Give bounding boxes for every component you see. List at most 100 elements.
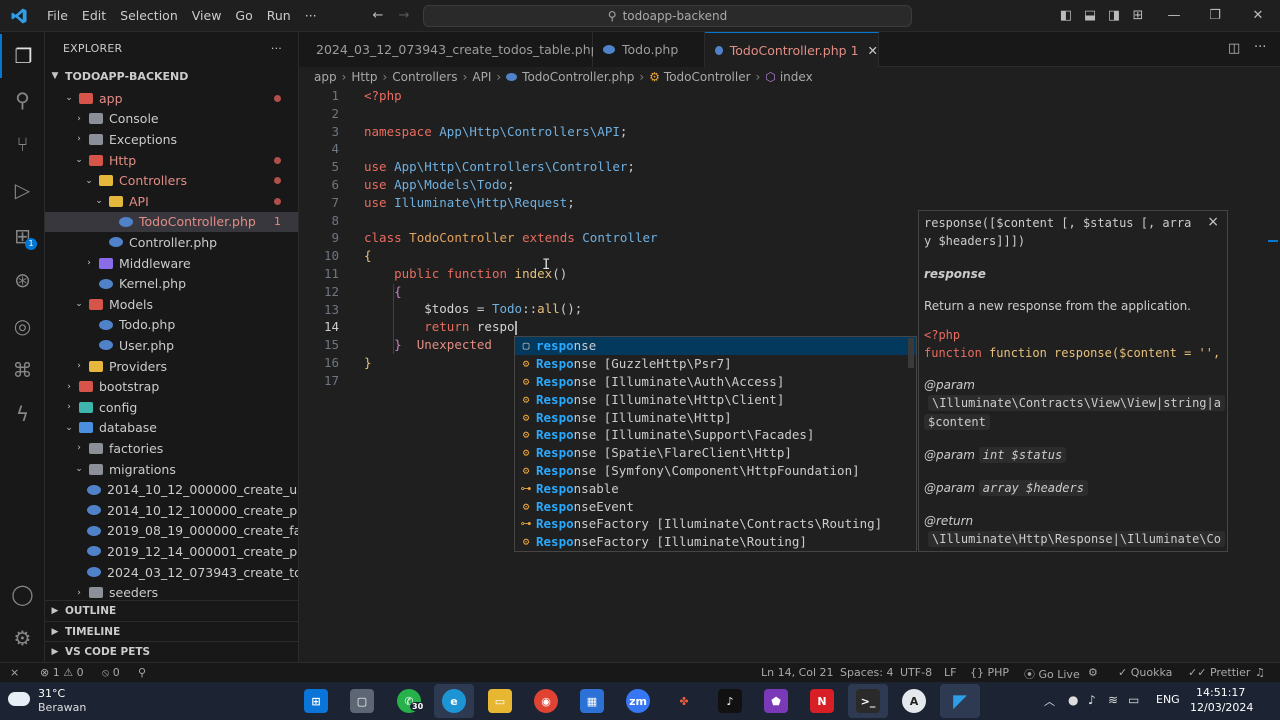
suggestion-item[interactable]: ⊶ Respo nseFactory [Illuminate\Contracts\R… bbox=[515, 515, 916, 533]
sync-icon[interactable]: ⚲ bbox=[138, 666, 146, 679]
back-arrow-icon[interactable]: ← bbox=[370, 8, 386, 24]
toggle-secondary-sidebar-icon[interactable]: ◨ bbox=[1106, 8, 1122, 24]
tree-item[interactable]: 2024_03_12_073943_create_todo... bbox=[45, 562, 298, 583]
tree-item[interactable]: 2019_08_19_000000_create_faile... bbox=[45, 521, 298, 542]
tab-todo-model[interactable]: Todo.php bbox=[593, 32, 705, 67]
weather-temp[interactable]: 31°C bbox=[38, 687, 65, 700]
translator-icon[interactable]: A bbox=[902, 689, 926, 713]
suggestion-item[interactable]: ⚙ Respo nse [Illuminate\Auth\Access] bbox=[515, 373, 916, 391]
problems-indicator[interactable]: ⊗ 1 ⚠ 0 bbox=[40, 666, 84, 679]
tiktok-icon[interactable]: ♪ bbox=[718, 689, 742, 713]
encoding[interactable]: UTF-8 bbox=[900, 666, 932, 679]
suggestion-item[interactable]: ⚙ Respo nse [Illuminate\Http] bbox=[515, 408, 916, 426]
suggestion-item[interactable]: ⚙ Respo nseFactory [Illuminate\Routing] bbox=[515, 533, 916, 551]
tree-item[interactable]: ⌄ API bbox=[45, 191, 298, 212]
accounts-icon[interactable]: ◯ bbox=[0, 572, 45, 616]
suggest-scrollbar[interactable] bbox=[908, 338, 914, 368]
task-view-icon[interactable]: ▢ bbox=[350, 689, 374, 713]
tree-item[interactable]: Todo.php bbox=[45, 315, 298, 336]
breadcrumb-http[interactable]: Http bbox=[351, 70, 377, 84]
zoom-icon[interactable]: zm bbox=[626, 689, 650, 713]
menu-edit[interactable]: Edit bbox=[75, 0, 113, 32]
docker-icon[interactable]: ◎ bbox=[0, 304, 45, 348]
suggestion-item[interactable]: ⚙ Respo nse [Spatie\FlareClient\Http] bbox=[515, 444, 916, 462]
remote-explorer-icon[interactable]: ⊛ bbox=[0, 258, 45, 302]
suggestion-item[interactable]: ⚙ Respo nse [Symfony\Component\HttpFoundat… bbox=[515, 462, 916, 480]
explorer-icon[interactable]: ❐ bbox=[0, 34, 45, 78]
clock-date[interactable]: 12/03/2024 bbox=[1190, 701, 1253, 714]
toggle-panel-icon[interactable]: ⬓ bbox=[1082, 8, 1098, 24]
language-indicator[interactable]: ENG bbox=[1156, 693, 1180, 706]
figma-icon[interactable]: ✤ bbox=[672, 689, 696, 713]
tree-item[interactable]: › factories bbox=[45, 438, 298, 459]
store-icon[interactable]: ▦ bbox=[580, 689, 604, 713]
prettier-button[interactable]: ✓✓ Prettier bbox=[1188, 666, 1250, 679]
source-control-icon[interactable]: ⑂ bbox=[0, 122, 45, 166]
tree-item[interactable]: 2019_12_14_000001_create_pers... bbox=[45, 541, 298, 562]
thunder-client-icon[interactable]: ϟ bbox=[0, 392, 45, 436]
tree-item[interactable]: › config bbox=[45, 397, 298, 418]
breadcrumb-method[interactable]: index bbox=[780, 70, 813, 84]
project-header[interactable]: ▼ TODOAPP-BACKEND bbox=[45, 66, 298, 86]
tree-item[interactable]: Controller.php bbox=[45, 232, 298, 253]
vscode-taskbar-icon[interactable]: ◤ bbox=[948, 689, 972, 713]
php-storm-icon[interactable]: ⬟ bbox=[764, 689, 788, 713]
autocomplete-suggest-widget[interactable]: ▢ respo nse ⚙ Respo nse [GuzzleHttp\Psr7] ⚙ Res… bbox=[514, 336, 917, 552]
battery-icon[interactable]: ▭ bbox=[1128, 693, 1139, 707]
breadcrumb-class[interactable]: TodoController bbox=[664, 70, 751, 84]
tab-migration[interactable]: 2024_03_12_073943_create_todos_table.php bbox=[299, 32, 599, 67]
manage-gear-icon[interactable]: ⚙ bbox=[0, 616, 45, 660]
run-debug-icon[interactable]: ▷ bbox=[0, 168, 45, 212]
timeline-section[interactable]: ▶ TIMELINE bbox=[45, 621, 298, 641]
suggestion-item[interactable]: ⚙ Respo nse [Illuminate\Support\Facades] bbox=[515, 426, 916, 444]
tree-item[interactable]: TodoController.php 1 bbox=[45, 211, 298, 233]
chrome-icon[interactable]: ◉ bbox=[534, 689, 558, 713]
terminal-icon[interactable]: >_ bbox=[856, 689, 880, 713]
tree-item[interactable]: › Middleware bbox=[45, 253, 298, 274]
indentation[interactable]: Spaces: 4 bbox=[840, 666, 893, 679]
outline-section[interactable]: ▶ OUTLINE bbox=[45, 600, 298, 620]
forward-arrow-icon[interactable]: → bbox=[396, 8, 412, 24]
clock-time[interactable]: 14:51:17 bbox=[1196, 686, 1245, 699]
wifi-icon[interactable]: ≋ bbox=[1108, 693, 1118, 707]
tree-item[interactable]: Kernel.php bbox=[45, 273, 298, 294]
suggestion-item[interactable]: ⚙ Respo nseEvent bbox=[515, 497, 916, 515]
tree-item[interactable]: ⌄ database bbox=[45, 418, 298, 439]
breadcrumb-app[interactable]: app bbox=[314, 70, 337, 84]
tree-item[interactable]: › Console bbox=[45, 109, 298, 130]
more-actions-icon[interactable]: ··· bbox=[1254, 40, 1266, 55]
breadcrumb-api[interactable]: API bbox=[472, 70, 491, 84]
menu-view[interactable]: View bbox=[185, 0, 229, 32]
microphone-icon[interactable]: ● bbox=[1068, 693, 1078, 707]
tree-item[interactable]: ⌄ Http bbox=[45, 150, 298, 171]
tree-item[interactable]: ⌄ Controllers bbox=[45, 170, 298, 191]
tree-item[interactable]: ⌄ Models bbox=[45, 294, 298, 315]
whatsapp-icon[interactable]: ✆ 30 bbox=[397, 689, 426, 713]
netflix-icon[interactable]: N bbox=[810, 689, 834, 713]
explorer-more-button[interactable]: ··· bbox=[271, 32, 282, 66]
tree-item[interactable]: 2014_10_12_000000_create_user... bbox=[45, 479, 298, 500]
tree-item[interactable]: ⌄ migrations bbox=[45, 459, 298, 480]
menu-file[interactable]: File bbox=[40, 0, 75, 32]
windows-start-icon[interactable]: ⊞ bbox=[304, 689, 328, 713]
remote-indicator[interactable]: ⨯ bbox=[10, 666, 19, 679]
docs-close-icon[interactable]: × bbox=[1207, 214, 1219, 230]
python-icon[interactable]: ⌘ bbox=[0, 348, 45, 392]
extensions-icon[interactable]: ⊞ 1 bbox=[0, 214, 45, 258]
file-explorer-icon[interactable]: ▭ bbox=[488, 689, 512, 713]
menu-more[interactable]: ··· bbox=[298, 0, 324, 32]
close-window-icon[interactable]: ✕ bbox=[1250, 8, 1266, 24]
menu-go[interactable]: Go bbox=[228, 0, 259, 32]
end-of-line[interactable]: LF bbox=[944, 666, 956, 679]
volume-icon[interactable]: ♪ bbox=[1088, 693, 1096, 707]
tree-item[interactable]: 2014_10_12_100000_create_pass... bbox=[45, 500, 298, 521]
menu-selection[interactable]: Selection bbox=[113, 0, 185, 32]
breadcrumb-file[interactable]: TodoController.php bbox=[522, 70, 634, 84]
quokka-icon[interactable]: ⚙ bbox=[1088, 666, 1098, 679]
notifications-bell-icon[interactable]: ♫ bbox=[1255, 666, 1265, 679]
suggestion-item[interactable]: ⊶ Respo nsable bbox=[515, 479, 916, 497]
ports-indicator[interactable]: ⦸ 0 bbox=[102, 666, 120, 680]
quokka-button[interactable]: ✓ Quokka bbox=[1118, 666, 1172, 679]
tree-item[interactable]: › Providers bbox=[45, 356, 298, 377]
language-mode[interactable]: {} PHP bbox=[970, 666, 1009, 679]
